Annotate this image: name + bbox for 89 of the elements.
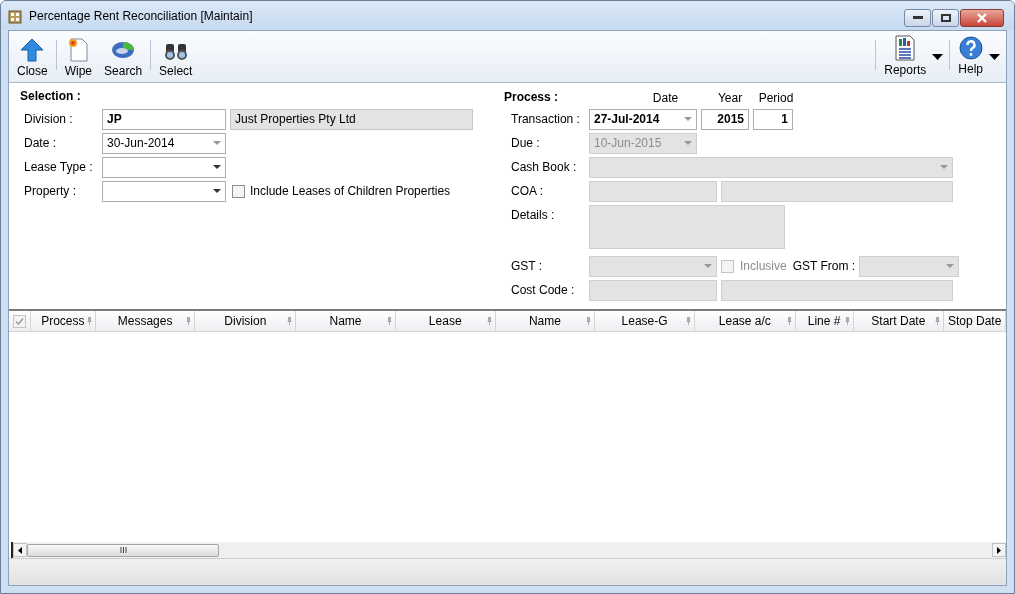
help-icon	[958, 36, 983, 60]
report-icon	[894, 35, 917, 61]
caret-icon	[946, 264, 955, 268]
column-header[interactable]: Name	[495, 311, 596, 331]
scroll-left-button[interactable]	[13, 543, 27, 557]
column-label: Period	[757, 91, 795, 105]
field-label: Transaction :	[510, 112, 581, 126]
checkbox[interactable]	[12, 314, 26, 328]
field-label: COA :	[510, 184, 544, 198]
column-header[interactable]: Start Date	[853, 311, 945, 331]
cost-code-name-field[interactable]	[721, 279, 953, 301]
column-header[interactable]: Division	[195, 311, 297, 331]
column-header[interactable]: Lease a/c	[694, 311, 796, 331]
year-field[interactable]: 2015	[701, 108, 749, 130]
field-label: Property :	[23, 184, 78, 198]
dropdown-arrow-icon[interactable]	[932, 53, 944, 60]
field-label: Details :	[510, 208, 556, 222]
pin-icon[interactable]	[586, 317, 592, 325]
checkbox-label: Inclusive	[740, 259, 787, 273]
toolbar-button[interactable]: Select	[153, 31, 199, 82]
left-arrow-icon	[18, 546, 22, 554]
building-icon	[7, 7, 23, 24]
checkbox-label: Include Leases of Children Properties	[250, 184, 451, 198]
column-header[interactable]: Lease	[395, 311, 496, 331]
binoculars-icon	[162, 42, 189, 62]
window-title: Percentage Rent Reconciliation [Maintain]	[29, 8, 254, 23]
date-dropdown[interactable]: 30-Jun-2014	[102, 132, 226, 154]
grip-icon	[119, 547, 127, 553]
column-header[interactable]: Name	[296, 311, 396, 331]
caret-icon	[684, 117, 692, 121]
gst-from-dropdown[interactable]	[859, 255, 960, 277]
column-header[interactable]: Lease-G	[595, 311, 695, 331]
checkbox[interactable]	[232, 184, 245, 198]
toolbar-button[interactable]: Reports	[878, 32, 933, 81]
caret-icon	[704, 264, 712, 268]
field-label: Division :	[23, 112, 74, 126]
field-label: Lease Type :	[23, 160, 94, 174]
caret-icon	[940, 165, 948, 169]
column-label: Year	[716, 91, 744, 105]
close-button[interactable]	[960, 9, 1004, 27]
caret-icon	[213, 189, 221, 193]
column-header[interactable]: Stop Date	[944, 311, 1007, 331]
column-header[interactable]: Line #	[795, 311, 854, 331]
blank-page-icon	[67, 38, 90, 62]
field-label: GST From :	[792, 259, 856, 273]
right-arrow-icon	[997, 546, 1001, 554]
field-label: Date :	[23, 136, 57, 150]
caret-icon	[213, 141, 221, 145]
minimize-button[interactable]	[904, 9, 931, 27]
caret-icon	[213, 165, 221, 169]
maximize-icon	[940, 14, 951, 22]
section-heading: Process :	[504, 90, 560, 106]
section-heading: Selection :	[20, 89, 82, 105]
property-dropdown[interactable]	[102, 180, 226, 202]
column-label: Date	[651, 91, 680, 105]
maximize-button[interactable]	[932, 9, 959, 27]
caret-icon	[684, 141, 692, 145]
toolbar-button[interactable]: Search	[98, 31, 149, 82]
pin-icon[interactable]	[386, 317, 392, 325]
pin-icon[interactable]	[685, 317, 691, 325]
field-label: GST :	[510, 259, 544, 273]
column-header[interactable]: Process	[30, 311, 96, 331]
division-code-field[interactable]: JP	[102, 108, 226, 130]
pin-icon[interactable]	[86, 317, 92, 325]
pin-icon[interactable]	[786, 317, 792, 325]
horizontal-scrollbar[interactable]	[11, 542, 1006, 558]
toolbar-button[interactable]: Close	[11, 31, 54, 82]
toolbar-button[interactable]: Help	[952, 33, 989, 80]
pin-icon[interactable]	[486, 317, 492, 325]
pin-icon[interactable]	[186, 317, 192, 325]
scroll-right-button[interactable]	[992, 543, 1006, 557]
column-header[interactable]: Messages	[95, 311, 196, 331]
pin-icon[interactable]	[935, 317, 941, 325]
pin-icon[interactable]	[287, 317, 293, 325]
pin-icon[interactable]	[844, 317, 850, 325]
dropdown-arrow-icon[interactable]	[989, 53, 1000, 60]
period-field[interactable]: 1	[753, 108, 793, 130]
field-label: Due :	[510, 136, 541, 150]
up-arrow-icon	[20, 38, 45, 62]
lease-type-dropdown[interactable]	[102, 156, 226, 178]
close-icon	[976, 13, 988, 23]
coa-name-field[interactable]	[721, 180, 953, 202]
toolbar-button[interactable]: Wipe	[58, 31, 99, 82]
division-name-field[interactable]: Just Properties Pty Ltd	[230, 108, 473, 130]
minimize-icon	[912, 16, 923, 20]
transaction-date-dropdown[interactable]: 27-Jul-2014	[589, 108, 697, 130]
field-label: Cash Book :	[510, 160, 578, 174]
scroll-thumb[interactable]	[27, 543, 219, 557]
field-label: Cost Code :	[510, 283, 576, 297]
